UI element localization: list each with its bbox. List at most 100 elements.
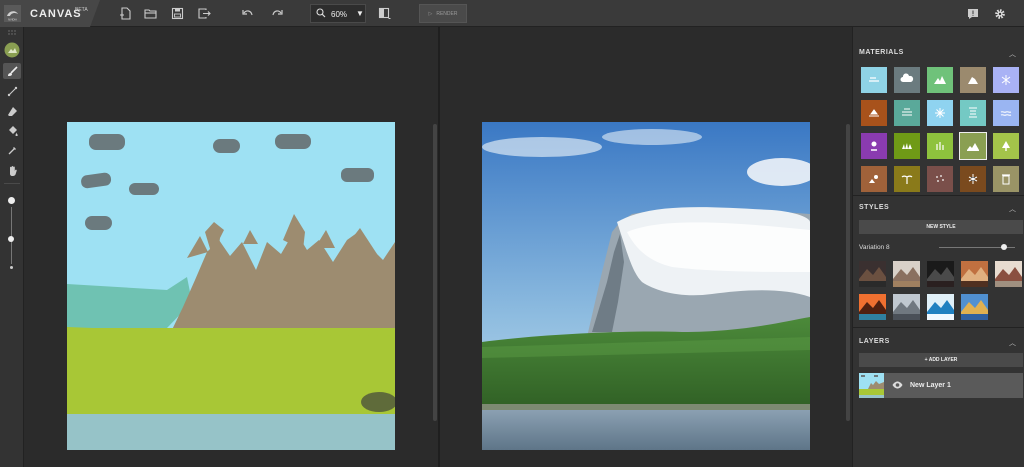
brush-tool[interactable] <box>3 63 21 79</box>
style-thumbnail[interactable] <box>927 261 954 287</box>
style-thumbnail[interactable] <box>893 294 920 320</box>
material-gravel[interactable] <box>927 166 953 192</box>
style-thumbnail[interactable] <box>961 294 988 320</box>
segmentation-drawing <box>67 122 395 450</box>
redo-icon <box>272 10 283 16</box>
material-waterfall[interactable] <box>960 100 986 126</box>
split-view-icon <box>378 7 391 19</box>
fill-tool[interactable] <box>3 122 21 138</box>
eye-icon[interactable] <box>892 381 903 389</box>
style-thumbnail[interactable] <box>893 261 920 287</box>
style-5-preview <box>995 261 1022 287</box>
save-button[interactable] <box>169 5 186 22</box>
plant-icon <box>936 142 944 150</box>
style-8-preview <box>927 294 954 320</box>
material-sky[interactable] <box>861 67 887 93</box>
material-mountain[interactable] <box>927 67 953 93</box>
material-flower[interactable] <box>861 133 887 159</box>
variation-slider-knob[interactable] <box>1001 244 1008 250</box>
variation-label: Variation 8 <box>859 244 890 251</box>
divider <box>853 195 1024 196</box>
brand-area: NVIDIA CANVAS BETA <box>0 0 100 27</box>
settings-button[interactable] <box>991 5 1008 22</box>
material-grass[interactable] <box>894 133 920 159</box>
new-file-button[interactable] <box>117 5 134 22</box>
export-button[interactable] <box>196 5 213 22</box>
app-name: CANVAS <box>30 8 82 20</box>
layer-thumbnail <box>859 373 884 398</box>
zoom-icon <box>316 8 326 18</box>
materials-title: MATERIALS <box>859 49 904 56</box>
material-stone[interactable] <box>861 166 887 192</box>
style-6-preview <box>859 294 886 320</box>
material-tree[interactable] <box>993 133 1019 159</box>
material-palm[interactable] <box>894 166 920 192</box>
gravel-icon <box>936 175 944 182</box>
tools-sidebar <box>0 27 24 467</box>
landscape-render <box>482 122 810 450</box>
scrollbar[interactable] <box>433 124 437 421</box>
current-material-swatch[interactable] <box>3 42 21 58</box>
chevron-up-icon[interactable]: ︿ <box>1009 49 1016 59</box>
material-cloud[interactable] <box>894 67 920 93</box>
dirt-icon <box>869 109 879 117</box>
play-icon: ▷ <box>428 10 433 17</box>
feedback-button[interactable] <box>964 5 981 22</box>
material-dirt[interactable] <box>861 100 887 126</box>
zoom-value: 60% <box>331 10 348 19</box>
material-fog[interactable] <box>894 100 920 126</box>
paint-bucket-icon <box>8 125 18 136</box>
stone-icon <box>869 175 878 183</box>
style-thumbnail[interactable] <box>927 294 954 320</box>
chevron-up-icon[interactable]: ︿ <box>1009 204 1016 214</box>
zoom-control[interactable]: 60% ▼ <box>310 4 366 23</box>
hill-icon <box>967 143 979 151</box>
compare-view-button[interactable] <box>376 5 393 22</box>
undo-button[interactable] <box>239 5 256 22</box>
material-snow[interactable] <box>993 67 1019 93</box>
brush-size-knob[interactable] <box>8 236 14 242</box>
line-icon <box>7 86 17 96</box>
eyedropper-tool[interactable] <box>3 142 21 158</box>
material-plant[interactable] <box>927 133 953 159</box>
style-thumbnail[interactable] <box>961 261 988 287</box>
mountain-icon <box>934 76 946 84</box>
eraser-icon <box>7 106 17 116</box>
beta-badge: BETA <box>75 7 88 13</box>
split-divider[interactable] <box>438 27 440 467</box>
layer-item[interactable]: New Layer 1 <box>859 373 1023 398</box>
drag-handle-icon[interactable] <box>3 27 21 37</box>
new-style-button[interactable]: NEW STYLE <box>859 220 1023 234</box>
style-thumbnail[interactable] <box>995 261 1022 287</box>
material-wood[interactable] <box>960 166 986 192</box>
material-ice[interactable] <box>927 100 953 126</box>
layers-title: LAYERS <box>859 338 890 345</box>
style-7-preview <box>893 294 920 320</box>
chevron-up-icon[interactable]: ︿ <box>1009 338 1016 348</box>
material-hill[interactable] <box>959 132 987 160</box>
new-file-icon <box>120 7 131 20</box>
add-layer-button[interactable]: + ADD LAYER <box>859 353 1023 367</box>
paint-canvas[interactable] <box>67 122 395 450</box>
cloud-icon <box>900 73 914 82</box>
render-button[interactable]: ▷ RENDER <box>419 4 467 23</box>
eraser-tool[interactable] <box>3 103 21 119</box>
right-panel: MATERIALS ︿ STYLES ︿ NEW STYLE Variation… <box>852 27 1024 467</box>
tree-icon <box>1002 141 1010 151</box>
render-label: RENDER <box>436 10 458 17</box>
style-thumbnail[interactable] <box>859 261 886 287</box>
style-thumbnail[interactable] <box>859 294 886 320</box>
material-water[interactable] <box>993 100 1019 126</box>
line-tool[interactable] <box>3 83 21 99</box>
divider <box>853 327 1024 328</box>
water-icon <box>1000 111 1012 116</box>
redo-button[interactable] <box>269 5 286 22</box>
brush-size-max-icon <box>8 197 15 204</box>
open-folder-icon <box>144 9 157 19</box>
material-rock[interactable] <box>960 67 986 93</box>
scrollbar[interactable] <box>846 124 850 421</box>
open-button[interactable] <box>142 5 159 22</box>
layer-name: New Layer 1 <box>910 382 951 389</box>
pan-tool[interactable] <box>3 162 21 178</box>
material-building[interactable] <box>993 166 1019 192</box>
